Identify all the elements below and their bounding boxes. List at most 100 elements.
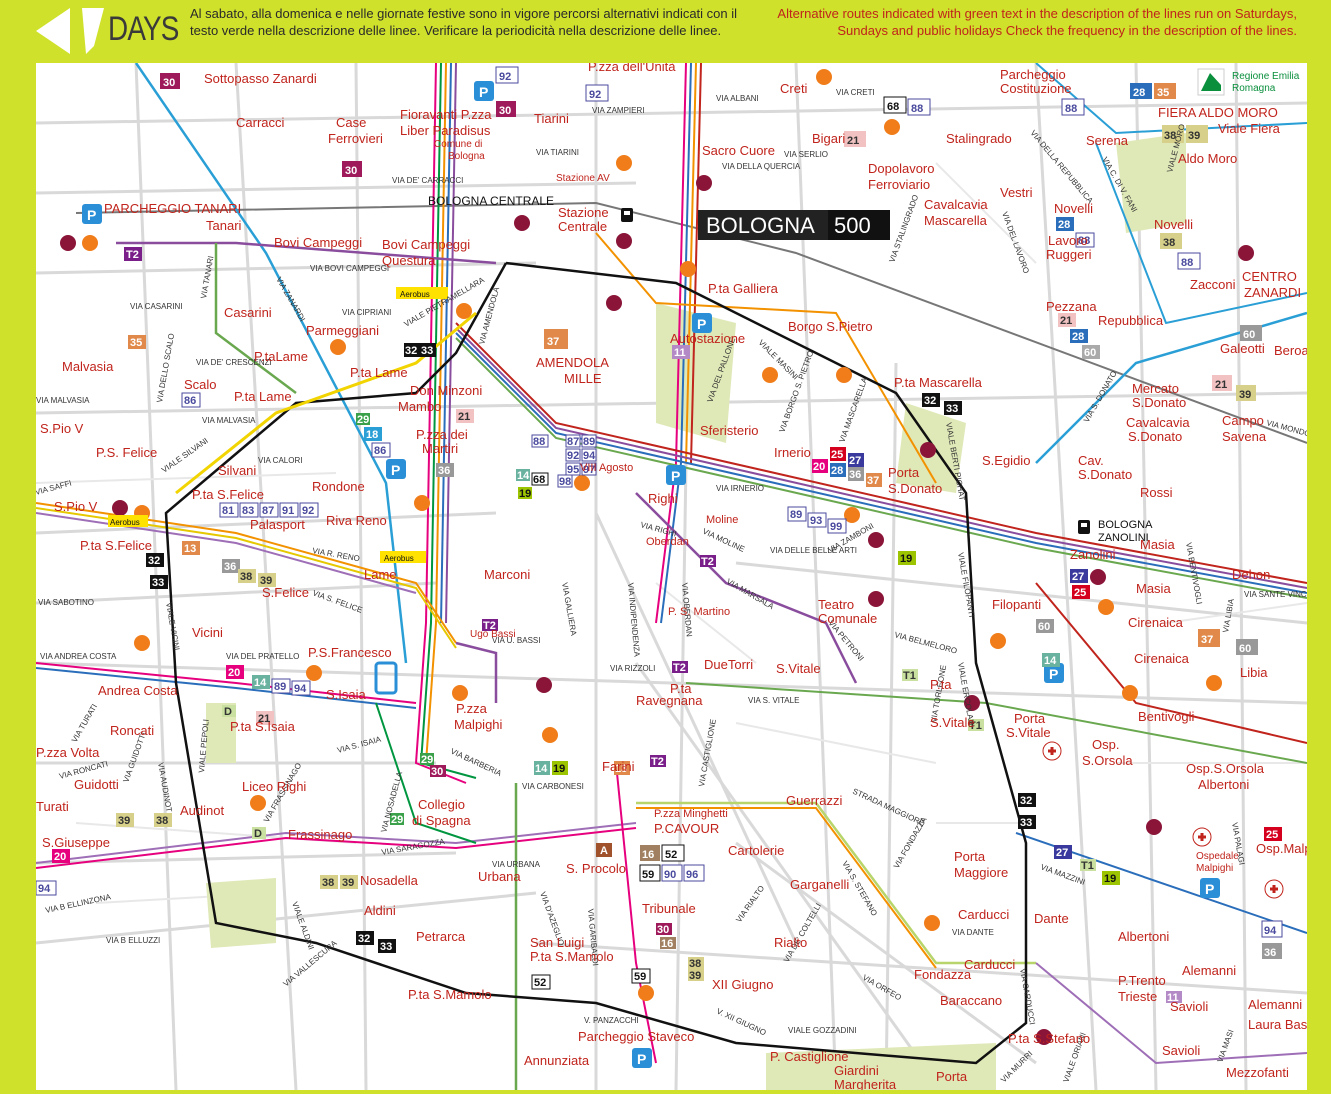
- stop-label: Pezzana: [1046, 299, 1097, 314]
- badge-t2a: T2: [126, 249, 139, 261]
- stop-label: Farini: [602, 759, 635, 774]
- stop-label: Comune di: [434, 139, 482, 150]
- badge-60c: 60: [1038, 621, 1050, 633]
- stop-label: Vicini: [192, 625, 223, 640]
- stop-label: Mascarella: [924, 213, 988, 228]
- svg-text:P: P: [697, 316, 706, 332]
- stop-label: PARCHEGGIO TANARI: [104, 201, 241, 216]
- stop-label: Bigari: [812, 131, 845, 146]
- badge-92d: 92: [302, 505, 314, 517]
- street-label: VIA MALVASIA: [202, 416, 256, 425]
- stop-label: Porta: [954, 849, 986, 864]
- stop-label: Bovi Campeggi: [274, 235, 362, 250]
- badge-14c: 14: [254, 677, 267, 689]
- street-label: VIA S. VITALE: [748, 696, 799, 705]
- stop-label: Maggiore: [954, 865, 1008, 880]
- stop-label: Stazione AV: [556, 173, 610, 184]
- stop-label: Carducci: [964, 957, 1015, 972]
- stop-label: AMENDOLA: [536, 355, 609, 370]
- badge-60a: 60: [1084, 347, 1096, 359]
- stop-label: Bologna: [448, 151, 485, 162]
- badge-19a: 19: [519, 488, 531, 500]
- stop-label: Scalo: [184, 377, 217, 392]
- stop-label: Novelli: [1154, 217, 1193, 232]
- stop-label: S.Egidio: [982, 453, 1030, 468]
- badge-36d: 36: [1264, 947, 1276, 959]
- street-label: VIALE ALDINI: [290, 901, 316, 951]
- stop-label: Guerrazzi: [786, 793, 842, 808]
- badge-96: 96: [686, 869, 698, 881]
- stop-label: Giardini: [834, 1063, 879, 1078]
- stop-label: Cartolerie: [728, 843, 784, 858]
- stop-label: MILLE: [564, 371, 602, 386]
- transit-map[interactable]: BOLOGNA 500 Regione Emilia Romagna BOLOG…: [36, 63, 1307, 1090]
- stop-label: P.ta Lame: [234, 389, 292, 404]
- stop-label: Savioli: [1170, 999, 1208, 1014]
- street-label: VIALE SILVANI: [160, 436, 210, 475]
- street-label: VIA BELMELORO: [893, 630, 958, 655]
- stop-label: Annunziata: [524, 1053, 590, 1068]
- stop-label: S.Orsola: [1082, 753, 1133, 768]
- street-label: VIA DELLE BELLE ARTI: [770, 546, 857, 555]
- badge-39e: 39: [342, 877, 354, 889]
- badge-16b: 16: [661, 938, 673, 950]
- badge-27c: 27: [1056, 847, 1068, 859]
- stop-label: Mezzofanti: [1226, 1065, 1289, 1080]
- stop-label: Liceo Righi: [242, 779, 306, 794]
- stop-label: VIII Agosto: [580, 462, 633, 474]
- badge-a: A: [600, 845, 608, 857]
- street-label: VIA DEL LAVORO: [1000, 211, 1031, 275]
- stop-label: Ferrovieri: [328, 131, 383, 146]
- stop-label: Beroaldo: [1274, 343, 1307, 358]
- stop-label: S.Felice: [262, 585, 309, 600]
- stop-label: Filopanti: [992, 597, 1041, 612]
- stop-label: S.Donato: [1078, 467, 1132, 482]
- street-label: VIA SANTE VINCENZI: [1244, 590, 1307, 599]
- stop-label: Ospedale: [1196, 851, 1239, 862]
- stop-label: Cav.: [1078, 453, 1104, 468]
- bologna-500-logo: BOLOGNA 500: [698, 210, 890, 240]
- badge-28a: 28: [1133, 87, 1145, 99]
- badge-38d: 38: [689, 958, 701, 970]
- stop-label: Carducci: [958, 907, 1009, 922]
- svg-text:P: P: [87, 207, 96, 223]
- stop-label: Serena: [1086, 133, 1129, 148]
- stop-label: Petrarca: [416, 929, 466, 944]
- stop-label: Osp.S.Orsola: [1186, 761, 1265, 776]
- street-label: V. XII GIUGNO: [715, 1007, 767, 1038]
- street-label: VIA GALLIERA: [560, 582, 578, 637]
- badge-27b: 27: [1072, 571, 1084, 583]
- street-label: VIA ALBANI: [716, 94, 759, 103]
- train-icon: [621, 208, 633, 222]
- badge-t2e: T2: [651, 756, 664, 768]
- stop-label: Carracci: [236, 115, 285, 130]
- stop-label: Masia: [1136, 581, 1171, 596]
- stop-label: Rossi: [1140, 485, 1173, 500]
- stop-label: P.Trento: [1118, 973, 1166, 988]
- stop-label: S.Pio V: [54, 499, 98, 514]
- street-label: VIA MALVASIA: [36, 396, 90, 405]
- stop-label: Galeotti: [1220, 341, 1265, 356]
- stop-label: Moline: [706, 514, 738, 526]
- badge-88b: 88: [1065, 103, 1077, 115]
- stop-label: Ugo Bassi: [470, 629, 516, 640]
- stop-label: Porta: [888, 465, 920, 480]
- badge-33d: 33: [1020, 817, 1032, 829]
- stop-label: S.Vitale: [1006, 725, 1051, 740]
- region-line2: Romagna: [1232, 83, 1276, 94]
- badge-33c: 33: [152, 577, 164, 589]
- note-english: Alternative routes indicated with green …: [777, 6, 1297, 38]
- map-canvas[interactable]: BOLOGNA 500 Regione Emilia Romagna BOLOG…: [36, 63, 1307, 1090]
- svg-text:P: P: [479, 84, 488, 100]
- badge-86a: 86: [184, 395, 196, 407]
- stop-label: Vestri: [1000, 185, 1033, 200]
- badge-14d: 14: [535, 763, 548, 775]
- badge-38f: 38: [156, 815, 168, 827]
- stop-label: Garganelli: [790, 877, 849, 892]
- stop-label: Dehon: [1232, 567, 1270, 582]
- badge-14a: 14: [517, 470, 530, 482]
- street-label: VIA BOVI CAMPEGGI: [310, 264, 389, 273]
- badge-95a: 95: [567, 464, 579, 476]
- stop-label: Campo: [1222, 413, 1264, 428]
- stop-label: Stazione: [558, 205, 609, 220]
